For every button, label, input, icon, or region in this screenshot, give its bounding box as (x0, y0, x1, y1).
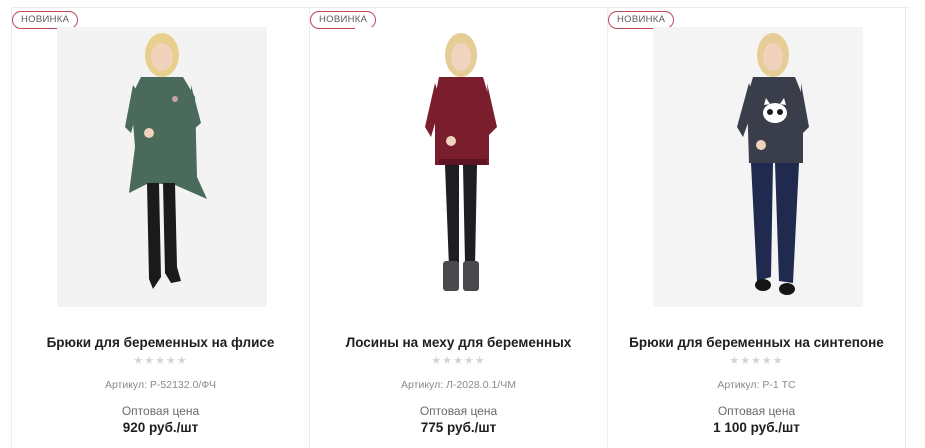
rating-stars: ★★★★★ (431, 355, 486, 367)
rating-stars: ★★★★★ (133, 355, 188, 367)
product-title[interactable]: Брюки для беременных на синтепоне (608, 335, 905, 350)
product-price: 775 руб./шт (420, 420, 497, 435)
product-image[interactable] (57, 27, 267, 307)
product-card[interactable]: НОВИНКА Брюки для беременных на флисе ★★… (12, 8, 310, 448)
product-title[interactable]: Брюки для беременных на флисе (12, 335, 309, 350)
product-card[interactable]: НОВИНКА Лосины на меху для беременных ★★… (310, 8, 608, 448)
product-price: 1 100 руб./шт (713, 420, 800, 435)
price-label: Оптовая цена (717, 404, 796, 418)
product-sku: Артикул: Л-2028.0.1/ЧМ (401, 379, 516, 391)
product-card[interactable]: НОВИНКА Брюки для беременных на синтепон… (608, 8, 906, 448)
product-title[interactable]: Лосины на меху для беременных (310, 335, 607, 350)
product-sku: Артикул: Р-1 ТС (717, 379, 796, 391)
product-grid: НОВИНКА Брюки для беременных на флисе ★★… (11, 7, 910, 448)
product-image[interactable] (355, 27, 565, 307)
product-sku: Артикул: Р-52132.0/ФЧ (104, 379, 217, 391)
rating-stars: ★★★★★ (729, 355, 784, 367)
price-label: Оптовая цена (419, 404, 498, 418)
product-price: 920 руб./шт (122, 420, 199, 435)
price-label: Оптовая цена (121, 404, 200, 418)
product-image[interactable] (653, 27, 863, 307)
